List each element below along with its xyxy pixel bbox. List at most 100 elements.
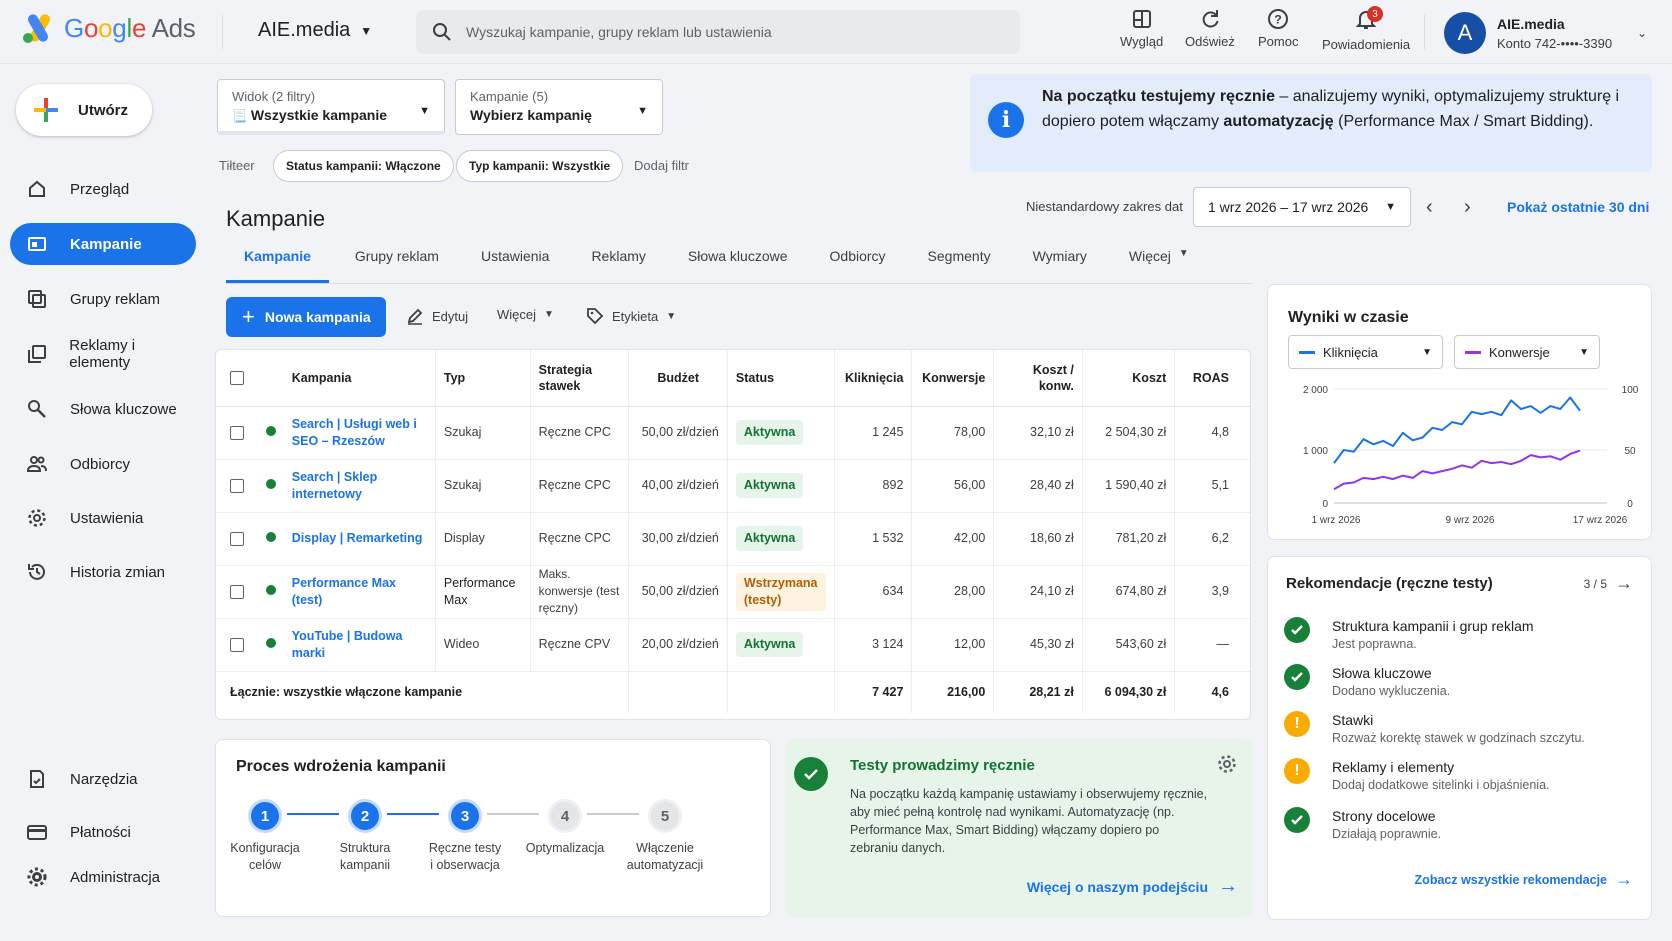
table-header-row: Kampania Typ Strategia stawek Budżet Sta… (216, 350, 1250, 407)
account-switcher[interactable]: AIE.media ▼ (258, 19, 372, 42)
campaign-name-link[interactable]: Search | Usługi web i SEO – Rzeszów (283, 406, 436, 460)
campaigns-filter-dropdown[interactable]: Kampanie (5) Wybierz kampanię ▼ (455, 79, 663, 135)
more-actions-button[interactable]: Więcej ▼ (497, 307, 554, 322)
label-button[interactable]: Etykieta ▼ (586, 307, 676, 325)
sidebar-item-billing[interactable]: Płatności (10, 811, 196, 853)
metric2-select[interactable]: Konwersje ▼ (1454, 335, 1600, 369)
google-ads-logo[interactable]: Google Ads (22, 12, 196, 44)
account-info[interactable]: AIE.media Konto 742-••••-3390 (1497, 14, 1612, 54)
chevron-down-icon[interactable]: ⌄ (1637, 26, 1647, 40)
column-header-campaign[interactable]: Kampania (283, 350, 436, 407)
settings-gear-icon[interactable] (1216, 753, 1238, 775)
table-row[interactable]: YouTube | Budowa marki Wideo Ręczne CPV … (216, 618, 1250, 672)
filter-chip-status[interactable]: Status kampanii: Włączone (273, 150, 454, 182)
column-header-cost-per-conversion[interactable]: Koszt / konw. (993, 350, 1083, 407)
process-step-number: 2 (348, 799, 382, 833)
sidebar-item-tools[interactable]: Narzędzia (10, 758, 196, 800)
recommendations-pager[interactable]: 3 / 5 → (1584, 573, 1633, 594)
row-checkbox[interactable] (230, 478, 244, 493)
tab-settings[interactable]: Ustawienia (457, 248, 567, 284)
tab-audiences[interactable]: Odbiorcy (806, 248, 904, 284)
view-filter-dropdown[interactable]: Widok (2 filtry) 📃 Wszystkie kampanie ▼ (217, 79, 445, 135)
date-range-picker[interactable]: 1 wrz 2026 – 17 wrz 2026 ▼ (1193, 187, 1411, 227)
row-checkbox[interactable] (230, 531, 244, 546)
sidebar-item-admin[interactable]: Administracja (10, 856, 196, 898)
tab-dimensions[interactable]: Wymiary (1009, 248, 1105, 284)
recommendation-item[interactable]: Słowa kluczowe Dodano wykluczenia. (1284, 664, 1450, 700)
last-30-days-link[interactable]: Pokaż ostatnie 30 dni (1507, 199, 1649, 215)
column-header-budget[interactable]: Budżet (628, 350, 728, 407)
row-checkbox[interactable] (230, 584, 244, 599)
recommendation-item[interactable]: Struktura kampanii i grup reklam Jest pop… (1284, 617, 1534, 653)
column-header-conversions[interactable]: Konwersje (911, 350, 995, 407)
search-bar[interactable] (416, 10, 1020, 54)
conversions: 56,00 (911, 459, 995, 513)
refresh-button[interactable]: Odśwież (1185, 8, 1235, 49)
filter-chip-type[interactable]: Typ kampanii: Wszystkie (456, 150, 624, 182)
column-header-clicks[interactable]: Kliknięcia (834, 350, 913, 407)
search-input[interactable] (466, 24, 1006, 40)
sidebar-item-label: Płatności (70, 823, 131, 841)
next-period-icon[interactable]: › (1464, 196, 1471, 219)
tab-more[interactable]: Więcej ▼ (1105, 248, 1207, 284)
budget[interactable]: 40,00 zł/dzień (628, 459, 728, 513)
tab-ads[interactable]: Reklamy (567, 248, 663, 284)
sidebar-item-campaigns[interactable]: Kampanie (10, 223, 196, 265)
warning-icon: ! (1284, 711, 1310, 737)
budget[interactable]: 50,00 zł/dzień (628, 406, 728, 460)
select-all-checkbox[interactable] (230, 371, 244, 386)
sidebar-item-ads[interactable]: Reklamy i elementy (10, 333, 196, 375)
table-row[interactable]: Search | Usługi web i SEO – Rzeszów Szuk… (216, 406, 1250, 460)
sidebar-item-settings[interactable]: Ustawienia (10, 497, 196, 539)
see-all-recommendations-link[interactable]: Zobacz wszystkie rekomendacje → (1415, 869, 1633, 890)
learn-more-link[interactable]: Więcej o naszym podejściu → (1027, 875, 1238, 898)
layout-button[interactable]: Wygląd (1120, 8, 1163, 49)
status-dot-cell (257, 512, 284, 566)
sidebar-item-label: Kampanie (70, 235, 142, 253)
help-button[interactable]: ? Pomoc (1258, 8, 1298, 49)
add-filter-link[interactable]: Dodaj filtr (634, 158, 689, 173)
column-header-roas[interactable]: ROAS (1174, 350, 1250, 407)
row-checkbox[interactable] (230, 637, 244, 652)
campaign-name-link[interactable]: Display | Remarketing (283, 512, 436, 566)
create-button[interactable]: Utwórz (16, 84, 152, 136)
column-header-cost[interactable]: Koszt (1082, 350, 1176, 407)
tab-keywords[interactable]: Słowa kluczowe (664, 248, 806, 284)
series-line-clicks (1333, 396, 1581, 464)
budget[interactable]: 30,00 zł/dzień (628, 512, 728, 566)
previous-period-icon[interactable]: ‹ (1426, 196, 1433, 219)
column-header-strategy[interactable]: Strategia stawek (530, 350, 630, 407)
recommendation-item[interactable]: ! Stawki Rozważ korektę stawek w godzinach… (1284, 711, 1585, 747)
edit-button[interactable]: Edytuj (406, 307, 468, 325)
budget[interactable]: 20,00 zł/dzień (628, 618, 728, 672)
recommendation-item[interactable]: ! Reklamy i elementy Dodaj dodatkowe sitel… (1284, 758, 1550, 794)
sidebar-item-ad-groups[interactable]: Grupy reklam (10, 278, 196, 320)
column-header-status[interactable]: Status (727, 350, 835, 407)
sidebar-item-audiences[interactable]: Odbiorcy (10, 443, 196, 485)
notifications-button[interactable]: 3 Powiadomienia (1322, 6, 1410, 52)
tab-ad-groups[interactable]: Grupy reklam (329, 248, 457, 284)
table-row[interactable]: Search | Sklep internetowy Szukaj Ręczne… (216, 459, 1250, 513)
sidebar-item-keywords[interactable]: Słowa kluczowe (10, 388, 196, 430)
campaign-name-link[interactable]: Performance Max (test) (283, 565, 436, 619)
new-campaign-button[interactable]: + Nowa kampania (226, 297, 386, 337)
cost: 781,20 zł (1082, 512, 1176, 566)
tab-segments[interactable]: Segmenty (904, 248, 1009, 284)
campaign-type: Wideo (435, 618, 531, 672)
avatar[interactable]: A (1444, 12, 1486, 54)
budget[interactable]: 50,00 zł/dzień (628, 565, 728, 619)
row-checkbox[interactable] (230, 425, 244, 440)
campaign-name-link[interactable]: Search | Sklep internetowy (283, 459, 436, 513)
cost: 543,60 zł (1082, 618, 1176, 672)
chevron-down-icon: ▼ (544, 309, 554, 320)
step-label-line2: automatyzacji (626, 858, 704, 872)
metric1-select[interactable]: Kliknięcia ▼ (1288, 335, 1443, 369)
recommendation-item[interactable]: Strony docelowe Działają poprawnie. (1284, 807, 1441, 843)
sidebar-item-overview[interactable]: Przegląd (10, 168, 196, 210)
table-row[interactable]: Performance Max (test) Performance Max M… (216, 565, 1250, 619)
tab-campaigns[interactable]: Kampanie (226, 248, 329, 284)
table-row[interactable]: Display | Remarketing Display Ręczne CPC… (216, 512, 1250, 566)
sidebar-item-history[interactable]: Historia zmian (10, 551, 196, 593)
column-header-type[interactable]: Typ (435, 350, 531, 407)
campaign-name-link[interactable]: YouTube | Budowa marki (283, 618, 436, 672)
